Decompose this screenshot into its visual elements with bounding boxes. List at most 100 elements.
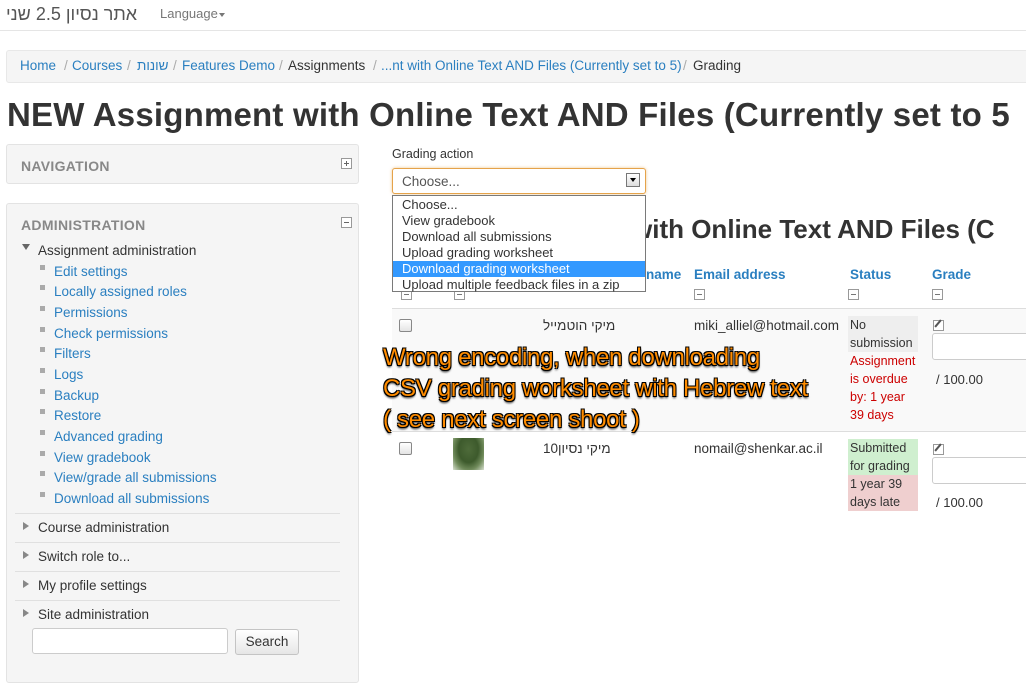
admin-link-view-grade-all[interactable]: View/grade all submissions [54, 470, 217, 485]
admin-link-permissions[interactable]: Permissions [54, 305, 128, 320]
breadcrumb-category[interactable]: שונות [137, 58, 168, 73]
navigation-block-title[interactable]: NAVIGATION [21, 158, 110, 174]
status-late-text: days late [850, 495, 901, 509]
divider [15, 542, 340, 543]
bullet-icon [40, 368, 45, 373]
column-header-name[interactable]: name [646, 267, 681, 282]
breadcrumb-separator: / [127, 58, 131, 73]
annotation-line: Wrong encoding, when downloading [383, 344, 760, 371]
breadcrumb-separator: / [173, 58, 177, 73]
grade-input[interactable] [932, 333, 1026, 360]
grading-action-options: Choose... View gradebook Download all su… [392, 195, 646, 292]
my-profile-settings[interactable]: My profile settings [38, 578, 147, 593]
option-download-grading-worksheet[interactable]: Download grading worksheet [393, 261, 645, 277]
grading-action-label: Grading action [392, 147, 474, 161]
language-menu[interactable]: Language [160, 6, 225, 21]
status-overdue-text: Assignment [850, 354, 916, 368]
admin-link-locally-assigned-roles[interactable]: Locally assigned roles [54, 284, 187, 299]
status-overdue-text: by: 1 year [850, 390, 905, 404]
row-select-checkbox[interactable] [399, 319, 412, 332]
course-administration[interactable]: Course administration [38, 520, 169, 535]
column-header-grade[interactable]: Grade [932, 267, 971, 282]
status-text: for grading [850, 459, 910, 473]
assignment-administration[interactable]: Assignment administration [38, 243, 196, 258]
language-label: Language [160, 6, 218, 21]
breadcrumb-assignment[interactable]: ...nt with Online Text AND Files (Curren… [381, 58, 682, 73]
row-select-checkbox[interactable] [399, 442, 412, 455]
grading-action-value: Choose... [402, 174, 460, 189]
status-overdue-text: 39 days [850, 408, 894, 422]
administration-block-title[interactable]: ADMINISTRATION [21, 217, 146, 233]
collapsed-triangle-icon [23, 580, 29, 588]
breadcrumb-courses[interactable]: Courses [72, 58, 122, 73]
site-administration[interactable]: Site administration [38, 607, 149, 622]
user-name-link[interactable]: מיקי הוטמייל [543, 318, 615, 333]
search-button[interactable]: Search [235, 629, 299, 655]
collapsed-triangle-icon [23, 522, 29, 530]
option-choose[interactable]: Choose... [393, 197, 645, 213]
collapsed-triangle-icon [23, 551, 29, 559]
dropdown-arrow-icon[interactable] [626, 173, 640, 187]
user-avatar[interactable] [453, 438, 484, 470]
status-cell: No submission Assignment is overdue by: … [848, 316, 918, 424]
breadcrumb-separator: / [279, 58, 283, 73]
bullet-icon [40, 471, 45, 476]
top-navbar: אתר נסיון 2.5 שני Language [0, 0, 1026, 31]
user-email: miki_alliel@hotmail.com [694, 318, 839, 333]
bullet-icon [40, 389, 45, 394]
column-header-email[interactable]: Email address [694, 267, 786, 282]
page-title: NEW Assignment with Online Text AND File… [7, 96, 1010, 133]
annotation-line: ( see next screen shoot ) [383, 406, 640, 433]
admin-link-filters[interactable]: Filters [54, 346, 91, 361]
bullet-icon [40, 409, 45, 414]
breadcrumb-separator: / [683, 58, 687, 73]
admin-link-logs[interactable]: Logs [54, 367, 83, 382]
grade-max: / 100.00 [936, 372, 983, 387]
admin-link-edit-settings[interactable]: Edit settings [54, 264, 128, 279]
breadcrumb-home[interactable]: Home [20, 58, 56, 73]
breadcrumb-current: Grading [693, 58, 742, 73]
status-text: submission [850, 336, 913, 350]
caret-down-icon [218, 12, 225, 17]
admin-link-backup[interactable]: Backup [54, 388, 99, 403]
grade-max: / 100.00 [936, 495, 983, 510]
annotation-line: CSV grading worksheet with Hebrew text [383, 375, 808, 402]
bullet-icon [40, 347, 45, 352]
bullet-icon [40, 285, 45, 290]
site-name-link[interactable]: אתר נסיון 2.5 שני [6, 4, 137, 25]
bullet-icon [40, 306, 45, 311]
hide-column-icon[interactable] [694, 289, 705, 300]
bullet-icon [40, 492, 45, 497]
admin-link-restore[interactable]: Restore [54, 408, 101, 423]
expand-icon[interactable] [341, 158, 352, 169]
divider [15, 513, 340, 514]
collapse-icon[interactable] [341, 217, 352, 228]
user-name-link[interactable]: מיקי נסיון10 [543, 441, 611, 456]
edit-grade-icon[interactable] [933, 320, 944, 331]
grading-action-select[interactable]: Choose... [392, 168, 646, 194]
option-upload-feedback-zip[interactable]: Upload multiple feedback files in a zip [393, 277, 645, 293]
option-upload-grading-worksheet[interactable]: Upload grading worksheet [393, 245, 645, 261]
switch-role[interactable]: Switch role to... [38, 549, 130, 564]
breadcrumb-course[interactable]: Features Demo [182, 58, 275, 73]
admin-link-check-permissions[interactable]: Check permissions [54, 326, 168, 341]
edit-grade-icon[interactable] [933, 444, 944, 455]
status-late-text: 1 year 39 [850, 477, 903, 491]
hide-column-icon[interactable] [932, 289, 943, 300]
option-download-all-submissions[interactable]: Download all submissions [393, 229, 645, 245]
grade-input[interactable] [932, 457, 1026, 484]
admin-link-download-all[interactable]: Download all submissions [54, 491, 209, 506]
breadcrumb: Home / Courses / שונות / Features Demo /… [6, 50, 1026, 83]
expanded-triangle-icon [22, 244, 30, 250]
admin-link-view-gradebook[interactable]: View gradebook [54, 450, 151, 465]
column-header-status[interactable]: Status [850, 267, 891, 282]
divider [15, 571, 340, 572]
navigation-block: NAVIGATION [6, 144, 359, 184]
option-view-gradebook[interactable]: View gradebook [393, 213, 645, 229]
admin-link-advanced-grading[interactable]: Advanced grading [54, 429, 163, 444]
hide-column-icon[interactable] [848, 289, 859, 300]
admin-search-input[interactable] [32, 628, 228, 654]
breadcrumb-assignments: Assignments [288, 58, 366, 73]
status-cell: Submitted for grading 1 year 39 days lat… [848, 439, 918, 511]
status-overdue-text: is overdue [850, 372, 908, 386]
